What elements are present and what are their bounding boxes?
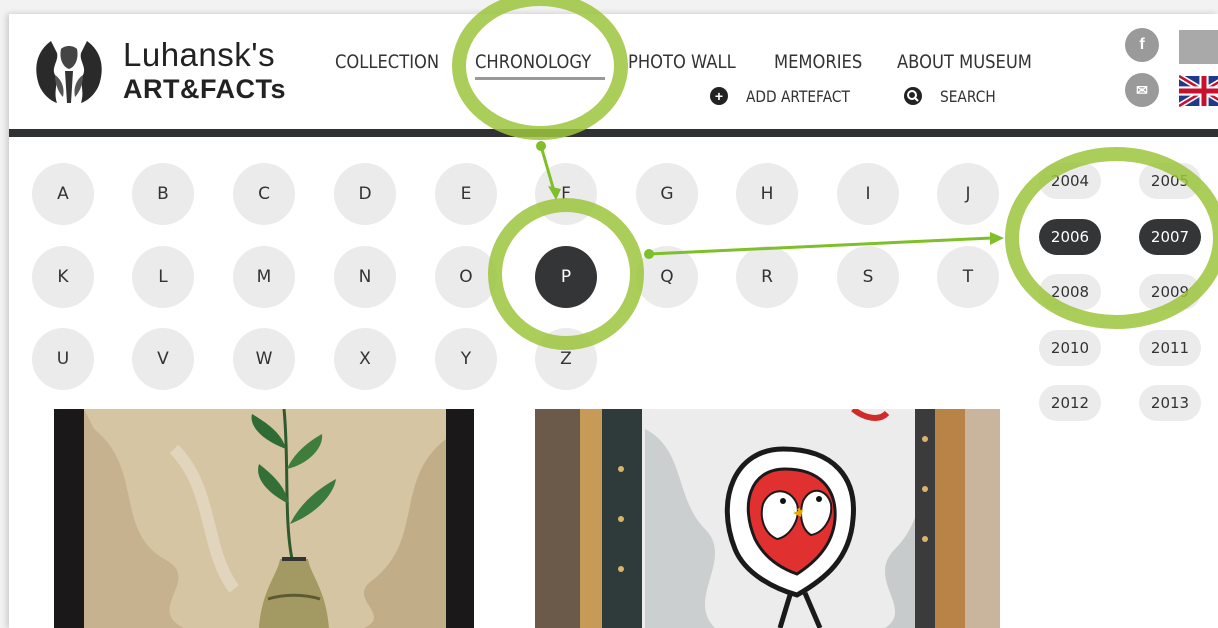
plus-circle-icon[interactable]: + — [710, 87, 728, 105]
letter-w[interactable]: W — [233, 328, 295, 390]
year-2004[interactable]: 2004 — [1039, 163, 1101, 199]
nav-about-museum[interactable]: ABOUT MUSEUM — [897, 51, 1032, 73]
search-icon[interactable] — [904, 87, 922, 105]
uk-flag-icon[interactable] — [1179, 74, 1218, 108]
letter-f[interactable]: F — [535, 163, 597, 225]
letter-h[interactable]: H — [736, 163, 798, 225]
year-2007[interactable]: 2007 — [1139, 219, 1201, 255]
nav-memories[interactable]: MEMORIES — [774, 51, 862, 73]
page: Luhansk's ART&FACTs COLLECTION CHRONOLOG… — [9, 14, 1218, 628]
facebook-icon[interactable]: f — [1125, 28, 1159, 62]
letter-q[interactable]: Q — [636, 246, 698, 308]
letter-c[interactable]: C — [233, 163, 295, 225]
letter-b[interactable]: B — [132, 163, 194, 225]
year-2006[interactable]: 2006 — [1039, 219, 1101, 255]
year-2009[interactable]: 2009 — [1139, 274, 1201, 310]
letter-y[interactable]: Y — [435, 328, 497, 390]
site-header: Luhansk's ART&FACTs COLLECTION CHRONOLOG… — [9, 14, 1218, 129]
letter-n[interactable]: N — [334, 246, 396, 308]
logo-icon[interactable] — [29, 31, 109, 111]
letter-x[interactable]: X — [334, 328, 396, 390]
letter-l[interactable]: L — [132, 246, 194, 308]
letter-t[interactable]: T — [937, 246, 999, 308]
letter-z[interactable]: Z — [535, 328, 597, 390]
email-icon[interactable]: ✉ — [1125, 73, 1159, 107]
logo-title[interactable]: Luhansk's — [123, 36, 275, 74]
letter-o[interactable]: O — [435, 246, 497, 308]
letter-m[interactable]: M — [233, 246, 295, 308]
letter-e[interactable]: E — [435, 163, 497, 225]
letter-k[interactable]: K — [32, 246, 94, 308]
letter-v[interactable]: V — [132, 328, 194, 390]
year-2011[interactable]: 2011 — [1139, 330, 1201, 366]
nav-active-underline — [475, 77, 605, 80]
letter-j[interactable]: J — [937, 163, 999, 225]
add-artefact-link[interactable]: ADD ARTEFACT — [746, 87, 850, 106]
artefact-photo-birds[interactable] — [535, 409, 1000, 628]
artefact-photo-vase[interactable] — [54, 409, 474, 628]
nav-photo-wall[interactable]: PHOTO WALL — [628, 51, 736, 73]
year-2013[interactable]: 2013 — [1139, 385, 1201, 421]
search-link[interactable]: SEARCH — [940, 87, 996, 106]
letter-p[interactable]: P — [535, 246, 597, 308]
letter-r[interactable]: R — [736, 246, 798, 308]
logo-subtitle[interactable]: ART&FACTs — [123, 74, 286, 105]
nav-chronology[interactable]: CHRONOLOGY — [475, 51, 591, 73]
letter-g[interactable]: G — [636, 163, 698, 225]
letter-a[interactable]: A — [32, 163, 94, 225]
letter-i[interactable]: I — [837, 163, 899, 225]
letter-s[interactable]: S — [837, 246, 899, 308]
nav-collection[interactable]: COLLECTION — [335, 51, 439, 73]
year-2012[interactable]: 2012 — [1039, 385, 1101, 421]
letter-d[interactable]: D — [334, 163, 396, 225]
letter-u[interactable]: U — [32, 328, 94, 390]
language-flag-icon[interactable] — [1179, 30, 1218, 64]
year-2010[interactable]: 2010 — [1039, 330, 1101, 366]
header-divider — [9, 129, 1218, 137]
year-2005[interactable]: 2005 — [1139, 163, 1201, 199]
year-2008[interactable]: 2008 — [1039, 274, 1101, 310]
